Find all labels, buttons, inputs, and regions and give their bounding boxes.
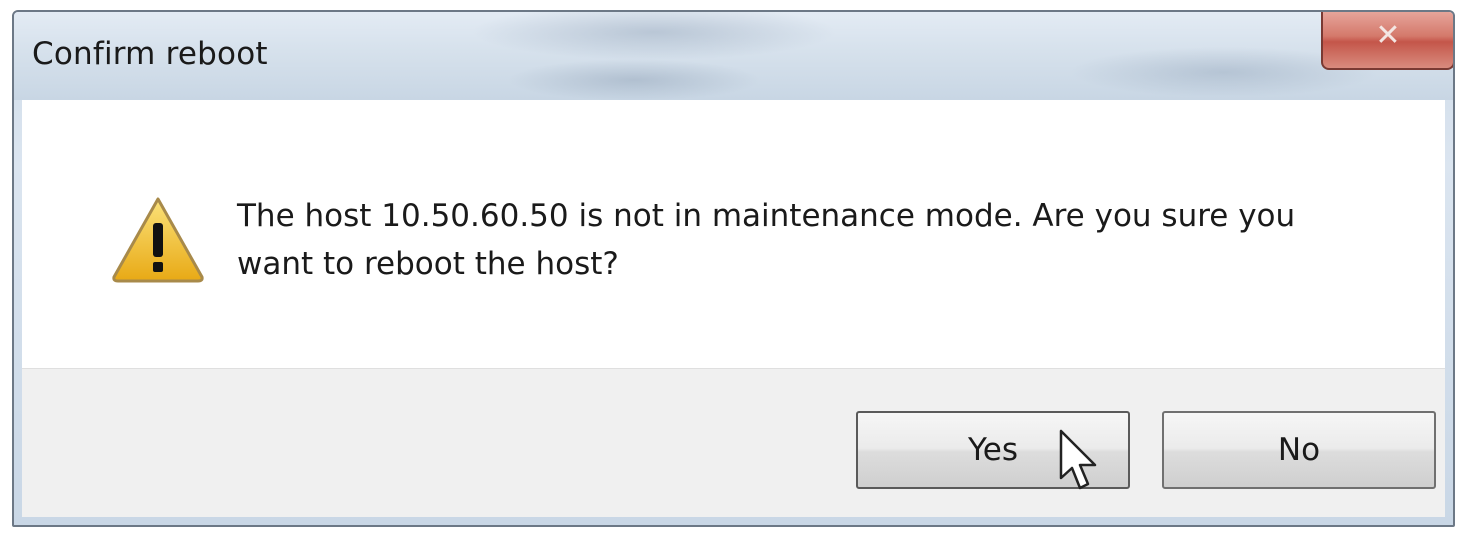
mouse-cursor-icon	[1059, 429, 1097, 490]
no-button[interactable]: No	[1162, 411, 1436, 489]
confirmation-message: The host 10.50.60.50 is not in maintenan…	[237, 192, 1387, 288]
message-line-2: want to reboot the host?	[237, 246, 619, 282]
close-icon: ✕	[1375, 18, 1401, 53]
confirm-reboot-dialog: Confirm reboot ✕ The host 10.50.60.50 is…	[12, 10, 1455, 527]
warning-icon	[112, 197, 204, 283]
close-button[interactable]: ✕	[1321, 12, 1453, 70]
message-line-1: The host 10.50.60.50 is not in maintenan…	[237, 198, 1296, 234]
dialog-title: Confirm reboot	[32, 36, 268, 72]
button-bar: Yes No	[22, 368, 1445, 517]
message-area: The host 10.50.60.50 is not in maintenan…	[22, 100, 1445, 368]
title-bar[interactable]: Confirm reboot ✕	[14, 12, 1453, 100]
